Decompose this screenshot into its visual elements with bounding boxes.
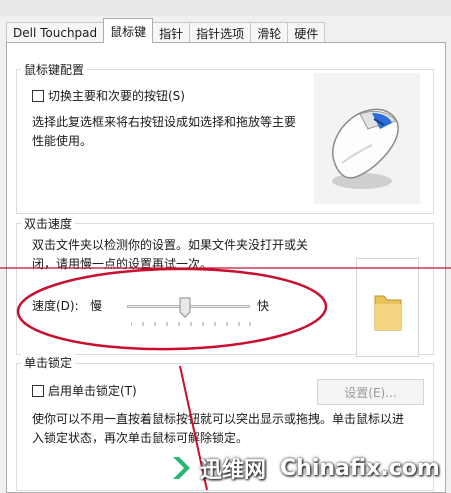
description-line: 闭，请用慢一点的设置再试一次。 [32, 257, 213, 271]
tab-panel: 鼠标键配置 切换主要和次要的按钮(S) 选择此复选框来将右按钮设成如选择和拖放等… [6, 42, 446, 493]
speed-slider-thumb[interactable] [179, 297, 191, 318]
tab-mouse-buttons[interactable]: 鼠标键 [103, 18, 154, 43]
tab-label: 鼠标键 [110, 24, 147, 39]
window-title-strip [0, 0, 451, 16]
description-line: 双击文件夹以检测你的设置。如果文件夹没打开或关 [32, 238, 309, 252]
tab-label: 滑轮 [257, 26, 282, 41]
swap-buttons-label: 切换主要和次要的按钮(S) [48, 89, 185, 103]
watermark: 迅维网 Chinafix.com [170, 443, 451, 493]
click-lock-checkbox[interactable]: 启用单击锁定(T) [32, 382, 137, 401]
slow-label: 慢 [90, 299, 103, 313]
tab-label: Dell Touchpad [13, 26, 98, 40]
fast-label: 快 [257, 299, 270, 313]
swap-buttons-checkbox[interactable]: 切换主要和次要的按钮(S) [32, 87, 185, 106]
tab-bar: Dell Touchpad 鼠标键 指针 指针选项 滑轮 硬件 [6, 18, 326, 43]
speed-label: 速度(D): [32, 299, 79, 313]
click-lock-title: 单击锁定 [21, 354, 76, 371]
button-config-description: 选择此复选框来将右按钮设成如选择和拖放等主要 性能使用。 [32, 113, 312, 151]
tab-dell-touchpad[interactable]: Dell Touchpad [6, 22, 105, 43]
mouse-illustration [314, 73, 420, 204]
tab-pointers[interactable]: 指针 [152, 22, 191, 43]
tab-label: 指针 [159, 26, 184, 41]
button-config-title: 鼠标键配置 [21, 61, 88, 78]
brand-logo-icon [173, 457, 196, 479]
click-lock-label: 启用单击锁定(T) [48, 384, 137, 398]
description-line: 使你可以不用一直按着鼠标按钮就可以突出显示或拖拽。单击鼠标以进 [32, 412, 405, 426]
tab-wheel[interactable]: 滑轮 [250, 22, 289, 43]
click-lock-checkbox-box[interactable] [32, 385, 44, 397]
tab-pointer-options[interactable]: 指针选项 [189, 22, 252, 43]
tab-label: 硬件 [294, 26, 319, 41]
watermark-brand-en: Chinafix.com [280, 455, 440, 481]
test-folder-area[interactable] [356, 258, 419, 357]
click-lock-settings-button[interactable]: 设置(E)... [317, 379, 424, 405]
swap-buttons-checkbox-box[interactable] [32, 90, 44, 102]
description-line: 性能使用。 [32, 134, 93, 148]
tab-label: 指针选项 [196, 26, 245, 41]
folder-icon[interactable] [357, 259, 418, 356]
watermark-brand-cn: 迅维网 [200, 458, 267, 483]
description-line: 选择此复选框来将右按钮设成如选择和拖放等主要 [32, 115, 297, 129]
speed-slider-ticks [131, 322, 251, 326]
double-click-title: 双击速度 [21, 215, 76, 232]
mouse-icon [332, 108, 399, 189]
tab-hardware[interactable]: 硬件 [287, 22, 326, 43]
double-click-description: 双击文件夹以检测你的设置。如果文件夹没打开或关 闭，请用慢一点的设置再试一次。 [32, 236, 352, 274]
